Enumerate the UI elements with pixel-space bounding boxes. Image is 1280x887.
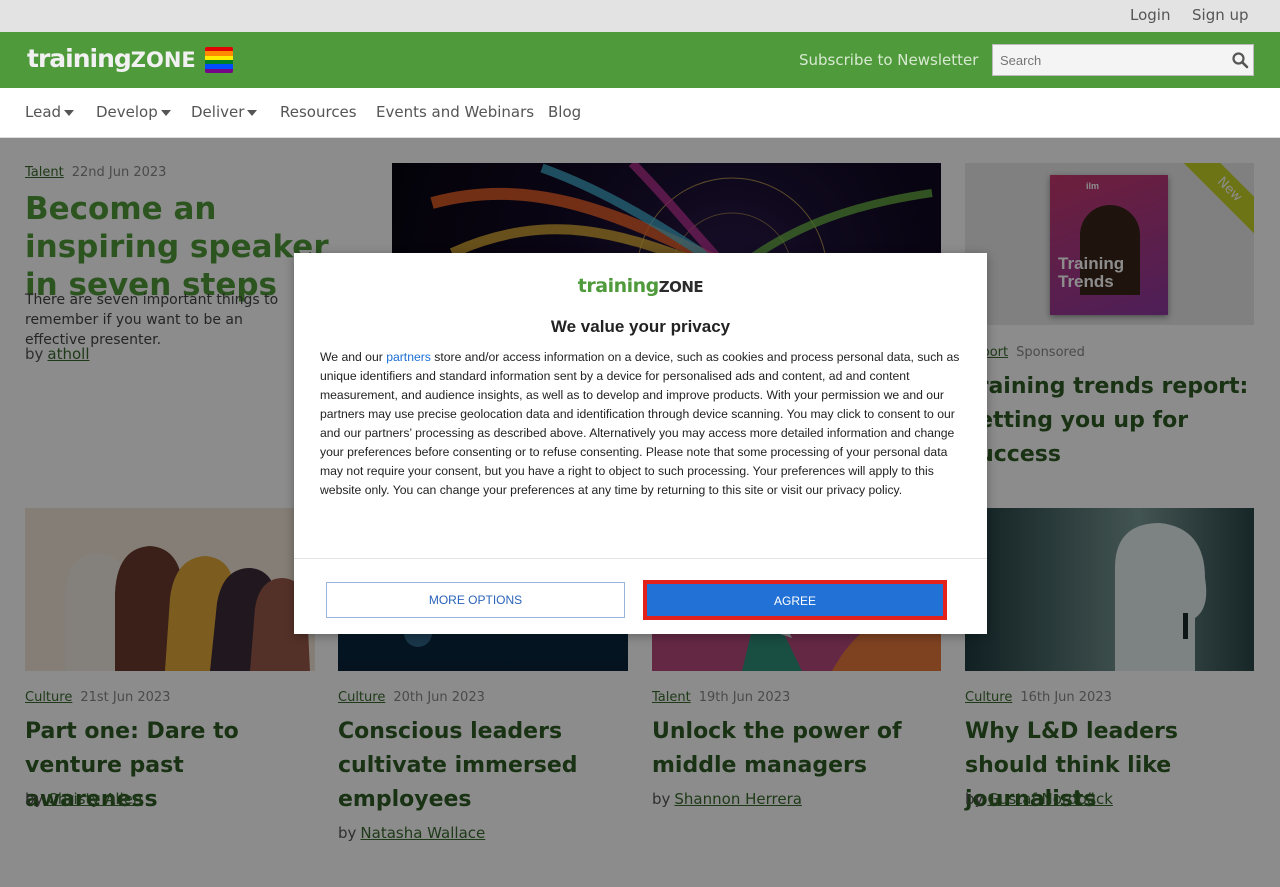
- more-options-button[interactable]: MORE OPTIONS: [326, 582, 625, 618]
- site-logo[interactable]: trainingZONE: [27, 44, 196, 73]
- consent-logo-main: training: [577, 275, 659, 297]
- consent-text-before: We and our: [320, 350, 383, 364]
- nav-lead[interactable]: Lead: [25, 103, 75, 121]
- nav-blog[interactable]: Blog: [548, 103, 581, 121]
- pride-flag-icon: [205, 47, 233, 73]
- chevron-down-icon: [160, 109, 171, 116]
- top-utility-bar: Login Sign up: [0, 0, 1280, 32]
- chevron-down-icon: [64, 109, 75, 116]
- nav-deliver[interactable]: Deliver: [191, 103, 258, 121]
- logo-main-text: training: [27, 44, 132, 73]
- nav-lead-label: Lead: [25, 103, 62, 121]
- consent-title: We value your privacy: [550, 317, 731, 336]
- nav-deliver-label: Deliver: [191, 103, 245, 121]
- consent-logo-zone: ZONE: [658, 278, 704, 296]
- logo-zone-text: ZONE: [130, 48, 196, 72]
- consent-body-text: We and our partners store and/or access …: [320, 348, 962, 500]
- nav-resources[interactable]: Resources: [280, 103, 357, 121]
- nav-develop-label: Develop: [96, 103, 158, 121]
- search-box: [992, 44, 1254, 76]
- subscribe-newsletter-link[interactable]: Subscribe to Newsletter: [799, 51, 978, 69]
- signup-link[interactable]: Sign up: [1192, 6, 1249, 24]
- privacy-consent-dialog: trainingZONE We value your privacy We an…: [294, 253, 987, 634]
- nav-events-webinars[interactable]: Events and Webinars: [376, 103, 534, 121]
- site-header: trainingZONE Subscribe to Newsletter: [0, 32, 1280, 88]
- main-navigation: Lead Develop Deliver Resources Events an…: [0, 88, 1280, 138]
- search-icon[interactable]: [1231, 51, 1249, 69]
- consent-logo: trainingZONE: [294, 275, 987, 297]
- nav-develop[interactable]: Develop: [96, 103, 171, 121]
- partners-link[interactable]: partners: [386, 350, 431, 364]
- consent-divider: [294, 558, 987, 559]
- search-input[interactable]: [993, 45, 1228, 75]
- consent-text-after: store and/or access information on a dev…: [320, 350, 960, 497]
- login-link[interactable]: Login: [1130, 6, 1170, 24]
- chevron-down-icon: [247, 109, 258, 116]
- agree-button[interactable]: AGREE: [643, 580, 947, 620]
